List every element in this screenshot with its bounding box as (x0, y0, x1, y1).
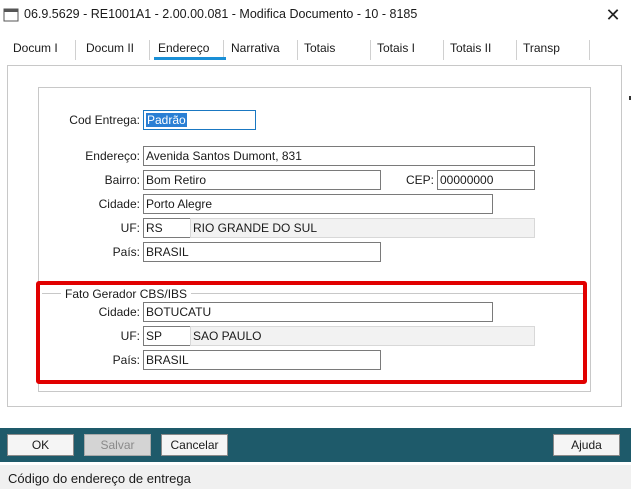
uf-label: UF: (120, 221, 140, 235)
endereco-label: Endereço: (85, 149, 140, 163)
active-tab-indicator (154, 57, 226, 60)
pais-label: País: (112, 245, 140, 259)
bairro-input[interactable]: Bom Retiro (143, 170, 381, 190)
tab-strip: Docum I Docum II Endereço Narrativa Tota… (0, 38, 631, 62)
cod-entrega-input[interactable]: Padrão (143, 110, 256, 130)
cidade-label: Cidade: (98, 197, 140, 211)
ok-button[interactable]: OK (7, 434, 74, 456)
cep-input[interactable]: 00000000 (437, 170, 535, 190)
cod-entrega-label: Cod Entrega: (69, 113, 140, 127)
salvar-button[interactable]: Salvar (84, 434, 151, 456)
bairro-label: Bairro: (104, 173, 140, 187)
tab-docum-ii[interactable]: Docum II (80, 40, 150, 60)
tab-totais-i[interactable]: Totais I (371, 40, 444, 60)
tab-transp[interactable]: Transp (517, 40, 590, 60)
close-icon[interactable]: ✕ (601, 4, 625, 26)
app-icon (3, 8, 19, 22)
pais-input[interactable]: BRASIL (143, 242, 381, 262)
endereco-input[interactable]: Avenida Santos Dumont, 831 (143, 146, 535, 166)
uf-input[interactable]: RS (143, 218, 191, 238)
tab-totais[interactable]: Totais (298, 40, 371, 60)
window-title: 06.9.5629 - RE1001A1 - 2.00.00.081 - Mod… (24, 7, 418, 21)
status-bar: Código do endereço de entrega (0, 465, 631, 489)
ajuda-button[interactable]: Ajuda (553, 434, 620, 456)
highlight-annotation (36, 281, 587, 384)
tab-narrativa[interactable]: Narrativa (225, 40, 298, 60)
cidade-input[interactable]: Porto Alegre (143, 194, 493, 214)
uf-name-display: RIO GRANDE DO SUL (190, 218, 535, 238)
cod-entrega-value: Padrão (146, 113, 187, 127)
tab-totais-ii[interactable]: Totais II (444, 40, 517, 60)
title-bar: 06.9.5629 - RE1001A1 - 2.00.00.081 - Mod… (0, 0, 631, 30)
cep-label: CEP: (405, 173, 434, 187)
cancelar-button[interactable]: Cancelar (161, 434, 228, 456)
tab-docum-i[interactable]: Docum I (7, 40, 76, 60)
